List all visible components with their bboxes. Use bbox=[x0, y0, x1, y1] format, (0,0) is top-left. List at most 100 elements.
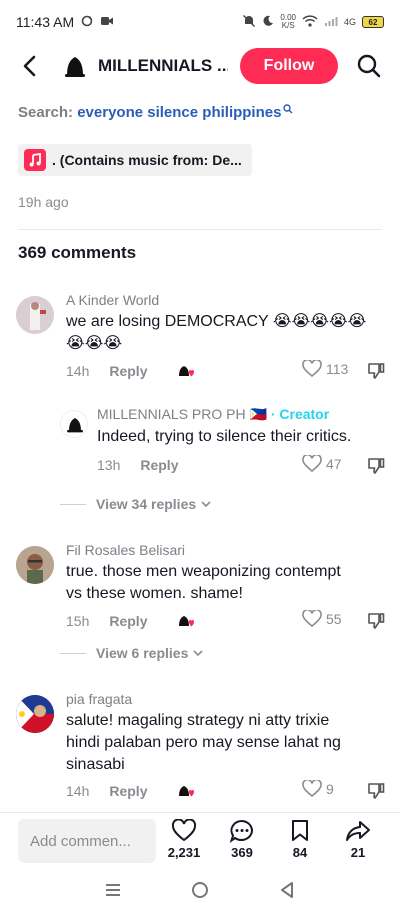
dislike-icon bbox=[368, 458, 385, 474]
avatar[interactable] bbox=[60, 410, 88, 438]
small-search-icon bbox=[283, 104, 293, 114]
reply-button[interactable]: Reply bbox=[140, 457, 178, 473]
net-speed: 0.00 K/S bbox=[280, 14, 296, 30]
comment-time: 13h bbox=[97, 457, 121, 473]
share-button[interactable]: 21 bbox=[336, 819, 380, 860]
search-button[interactable] bbox=[354, 51, 384, 81]
divider bbox=[18, 229, 382, 230]
comment-username: MILLENNIALS PRO PH 🇵🇭 · Creator bbox=[97, 406, 329, 423]
channel-title[interactable]: MILLENNIALS ... bbox=[98, 56, 228, 76]
add-comment-input[interactable]: Add commen... bbox=[18, 819, 156, 863]
bookmark-button[interactable]: 84 bbox=[278, 819, 322, 860]
comment-button[interactable]: 369 bbox=[220, 819, 264, 860]
back-button[interactable] bbox=[16, 52, 44, 80]
like-button[interactable]: 9 bbox=[302, 780, 334, 798]
comment-text-line: sinasabi bbox=[66, 756, 125, 773]
post-time: 19h ago bbox=[18, 194, 69, 210]
like-count: 55 bbox=[326, 611, 342, 627]
like-video-button[interactable]: 2,231 bbox=[162, 819, 206, 860]
music-chip[interactable]: . (Contains music from: De... bbox=[18, 144, 252, 176]
comment-text: true. those men weaponizing contempt vs … bbox=[66, 561, 386, 605]
like-count: 47 bbox=[326, 456, 342, 472]
comment-username[interactable]: A Kinder World bbox=[66, 292, 159, 308]
reply-author[interactable]: MILLENNIALS PRO PH bbox=[97, 406, 246, 422]
heart-icon bbox=[302, 455, 322, 473]
reply-button[interactable]: Reply bbox=[109, 783, 147, 799]
network-type: 4G bbox=[343, 17, 356, 27]
dislike-icon bbox=[368, 613, 385, 629]
comment-text-line: true. those men weaponizing contempt bbox=[66, 563, 341, 580]
view-replies-label: View 34 replies bbox=[96, 496, 197, 512]
dislike-button[interactable] bbox=[366, 361, 386, 386]
comment-time: 14h bbox=[66, 363, 90, 379]
dislike-button[interactable] bbox=[366, 611, 386, 636]
comment-text-line: salute! magaling strategy ni atty trixie bbox=[66, 712, 330, 729]
status-time: 11:43 AM bbox=[16, 14, 75, 30]
search-suggestion: Search: everyone silence philippines bbox=[18, 104, 293, 121]
like-count: 9 bbox=[326, 781, 334, 797]
net-speed-unit: K/S bbox=[281, 21, 295, 30]
reply-item: MILLENNIALS PRO PH 🇵🇭 · Creator Indeed, … bbox=[0, 402, 400, 482]
channel-avatar[interactable] bbox=[58, 49, 92, 83]
creator-separator: · bbox=[270, 406, 276, 422]
follow-button[interactable]: Follow bbox=[240, 48, 338, 84]
comment-time: 15h bbox=[66, 613, 90, 629]
chevron-down-icon bbox=[201, 501, 211, 508]
comment-text-line: vs these women. shame! bbox=[66, 585, 243, 602]
comment-meta: 14h Reply bbox=[66, 783, 197, 799]
chevron-down-icon bbox=[193, 650, 203, 657]
avatar[interactable] bbox=[16, 695, 54, 733]
home-button[interactable] bbox=[185, 875, 215, 905]
comments-count: 369 comments bbox=[18, 243, 137, 262]
music-text: . (Contains music from: De... bbox=[52, 152, 242, 168]
search-query-text: everyone silence philippines bbox=[77, 104, 282, 121]
comment-username[interactable]: pia fragata bbox=[66, 691, 132, 707]
back-arrow-icon bbox=[23, 55, 36, 77]
bell-avatar-icon bbox=[65, 57, 85, 77]
signal-bars-icon bbox=[324, 15, 338, 30]
share-count: 21 bbox=[350, 845, 366, 860]
search-query-link[interactable]: everyone silence philippines bbox=[77, 104, 293, 121]
avatar[interactable] bbox=[16, 296, 54, 334]
bottom-action-bar: Add commen... 2,231 369 84 21 bbox=[0, 812, 400, 868]
status-bar: 11:43 AM 0.00 K/S 4G 62 bbox=[0, 0, 400, 44]
reply-button[interactable]: Reply bbox=[109, 613, 147, 629]
view-replies-button[interactable]: View 6 replies bbox=[60, 645, 204, 661]
share-icon bbox=[346, 821, 370, 841]
system-back-button[interactable] bbox=[272, 875, 302, 905]
like-button[interactable]: 55 bbox=[302, 610, 342, 628]
comment-icon bbox=[229, 819, 253, 843]
comment-text-line: we are losing DEMOCRACY 😭😭😭😭😭 bbox=[66, 313, 367, 330]
comment-text: Indeed, trying to silence their critics. bbox=[97, 428, 352, 445]
creator-badge: Creator bbox=[279, 406, 330, 422]
bell-avatar-icon bbox=[67, 418, 83, 433]
like-button[interactable]: 47 bbox=[302, 455, 342, 473]
heart-icon bbox=[302, 360, 322, 378]
dislike-button[interactable] bbox=[366, 781, 386, 806]
comment-count: 369 bbox=[231, 845, 253, 860]
comment-item: pia fragata salute! magaling strategy ni… bbox=[0, 689, 400, 809]
reply-button[interactable]: Reply bbox=[109, 363, 147, 379]
comment-username[interactable]: Fil Rosales Belisari bbox=[66, 542, 185, 558]
dislike-button[interactable] bbox=[366, 456, 386, 481]
search-prefix: Search: bbox=[18, 104, 74, 121]
menu-icon bbox=[106, 883, 121, 896]
dislike-icon bbox=[368, 363, 385, 379]
creator-liked-icon bbox=[177, 784, 197, 798]
comment-text-line: 😭😭😭 bbox=[66, 335, 123, 352]
back-triangle-icon bbox=[280, 881, 293, 898]
comment-meta: 14h Reply bbox=[66, 363, 197, 379]
avatar[interactable] bbox=[16, 546, 54, 584]
like-button[interactable]: 113 bbox=[302, 360, 348, 378]
creator-liked-icon bbox=[177, 614, 197, 628]
creator-liked-icon bbox=[177, 364, 197, 378]
comment-meta: 15h Reply bbox=[66, 613, 197, 629]
recent-apps-button[interactable] bbox=[98, 875, 128, 905]
like-count: 2,231 bbox=[167, 845, 201, 860]
battery-icon: 62 bbox=[362, 16, 384, 28]
header: MILLENNIALS ... Follow bbox=[0, 44, 400, 88]
comment-time: 14h bbox=[66, 783, 90, 799]
view-replies-button[interactable]: View 34 replies bbox=[60, 496, 212, 512]
view-replies-label: View 6 replies bbox=[96, 645, 189, 661]
comment-text: we are losing DEMOCRACY 😭😭😭😭😭 😭😭😭 bbox=[66, 311, 386, 355]
